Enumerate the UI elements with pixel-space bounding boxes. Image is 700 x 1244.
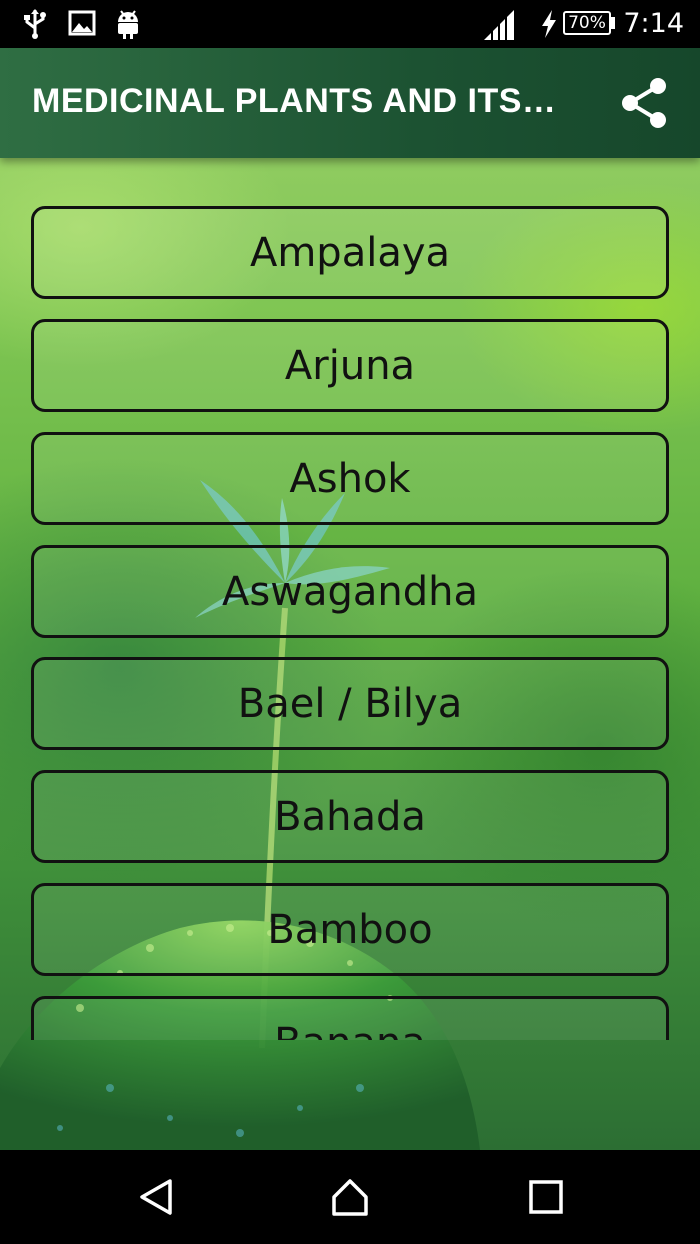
plant-label: Banana [274, 1020, 426, 1041]
recents-icon[interactable] [526, 1177, 566, 1217]
plant-button-ampalaya[interactable]: Ampalaya [31, 206, 669, 299]
plant-button-ashok[interactable]: Ashok [31, 432, 669, 525]
screen: 70% 7:14 MEDICINAL PLANTS AND ITS… Ampal… [0, 0, 700, 1244]
status-bar: 70% 7:14 [0, 0, 700, 48]
plant-button-arjuna[interactable]: Arjuna [31, 319, 669, 412]
content-area: MEDICINAL PLANTS AND ITS… Ampalaya Arjun… [0, 48, 700, 1150]
plant-label: Ampalaya [249, 229, 451, 276]
battery-icon: 70% [563, 11, 611, 35]
back-icon[interactable] [136, 1177, 176, 1217]
plant-button-banana[interactable]: Banana [31, 996, 669, 1040]
share-icon[interactable] [616, 74, 674, 132]
plant-button-bamboo[interactable]: Bamboo [31, 883, 669, 976]
plant-label: Arjuna [284, 342, 416, 389]
home-icon[interactable] [330, 1177, 370, 1217]
image-icon [68, 10, 96, 36]
battery-nub [611, 17, 615, 29]
plant-label: Bamboo [267, 906, 433, 953]
plant-button-bael-bilya[interactable]: Bael / Bilya [31, 657, 669, 750]
plant-label: Ashok [289, 455, 411, 502]
status-time: 7:14 [623, 8, 684, 39]
usb-icon [24, 9, 46, 39]
plant-label: Bahada [274, 793, 426, 840]
app-title: MEDICINAL PLANTS AND ITS… [32, 82, 557, 120]
navigation-bar [0, 1150, 700, 1244]
plant-label: Bael / Bilya [237, 680, 463, 727]
plant-label: Aswagandha [222, 568, 478, 615]
app-bar: MEDICINAL PLANTS AND ITS… [0, 48, 700, 158]
signal-icon [484, 10, 514, 40]
plant-list[interactable]: Ampalaya Arjuna Ashok Aswagandha Bael / … [31, 158, 669, 1040]
plant-button-bahada[interactable]: Bahada [31, 770, 669, 863]
charging-icon [542, 10, 556, 38]
android-icon [118, 10, 138, 39]
plant-button-aswagandha[interactable]: Aswagandha [31, 545, 669, 638]
battery-percent: 70% [568, 13, 606, 33]
